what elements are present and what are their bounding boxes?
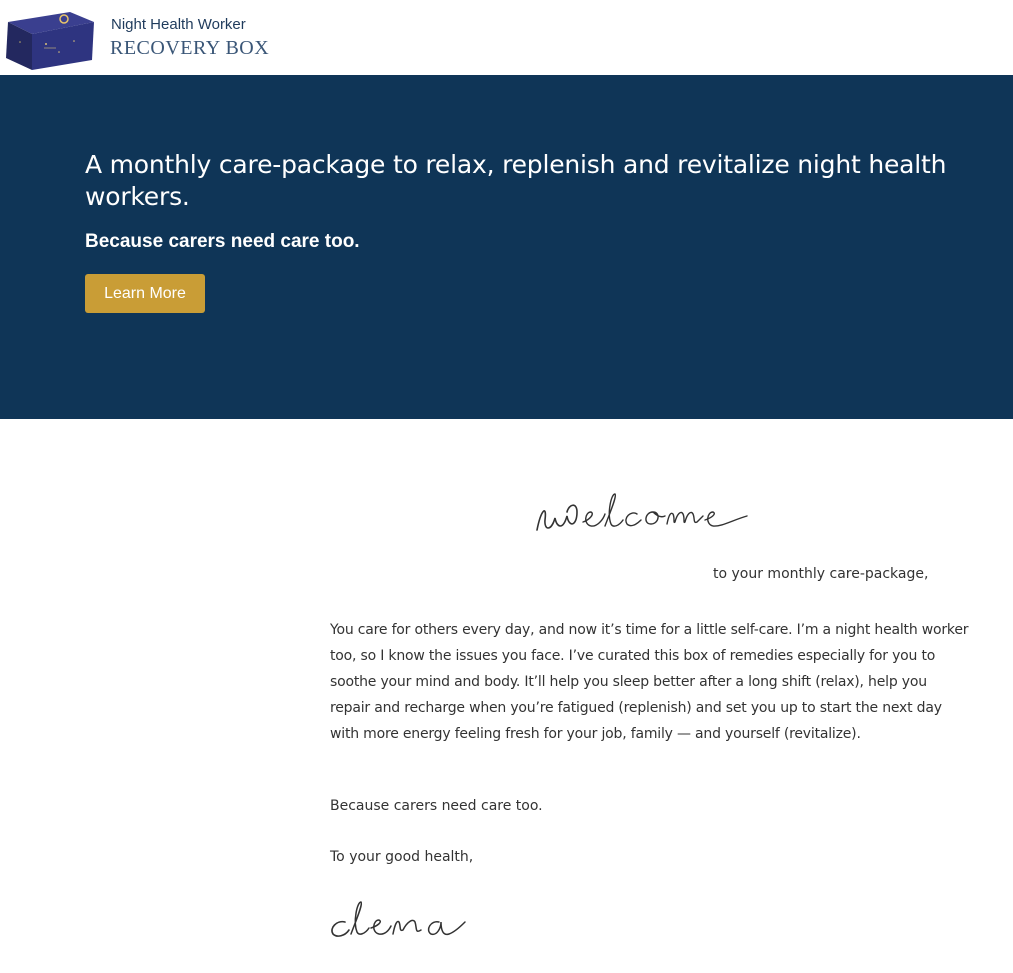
hero-banner: A monthly care-package to relax, repleni… <box>0 75 1013 419</box>
signature-elena <box>331 901 466 937</box>
recovery-box-logo-image <box>6 12 94 70</box>
hero-title: A monthly care-package to relax, repleni… <box>85 150 947 211</box>
letter-tagline: Because carers need care too. <box>330 798 543 814</box>
logo-text-line2: RECOVERY BOX <box>110 37 270 59</box>
site-header: Night Health Worker RECOVERY BOX <box>0 0 1013 75</box>
logo-link[interactable]: Night Health Worker RECOVERY BOX <box>4 8 269 72</box>
hero-subtitle: Because carers need care too. <box>85 231 360 252</box>
welcome-script-heading <box>536 493 748 531</box>
letter-signoff: To your good health, <box>330 849 474 865</box>
letter-body: You care for others every day, and now i… <box>330 622 969 742</box>
learn-more-button[interactable]: Learn More <box>85 274 205 313</box>
letter-greeting: to your monthly care-package, <box>713 566 929 582</box>
logo-text-line1: Night Health Worker <box>111 16 246 33</box>
